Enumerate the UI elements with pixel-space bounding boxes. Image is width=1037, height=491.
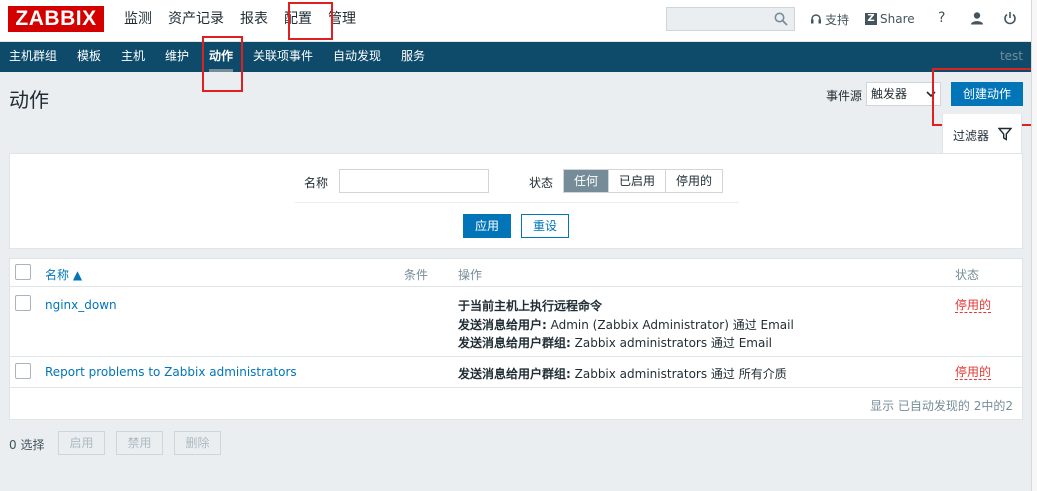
select-all-checkbox[interactable] — [15, 264, 31, 280]
operation-bold: 于当前主机上执行远程命令 — [458, 299, 603, 313]
operation-bold: 发送消息给用户群组: — [458, 336, 571, 350]
header-operations: 操作 — [458, 268, 483, 282]
share-z-icon: Z — [865, 13, 878, 25]
row-divider — [10, 356, 1022, 357]
submenu-services[interactable]: 服务 — [401, 42, 425, 72]
operation-text: Zabbix administrators 通过 所有介质 — [570, 367, 787, 381]
filter-status-label: 状态 — [529, 176, 554, 190]
operation-text: Admin (Zabbix Administrator) 通过 Email — [546, 318, 794, 332]
top-bar: ZABBIX 监测 资产记录 报表 配置 管理 支持 Z Share ? — [0, 0, 1037, 42]
submenu-hosts[interactable]: 主机 — [121, 42, 145, 72]
row-checkbox[interactable] — [15, 295, 31, 311]
menu-monitoring[interactable]: 监测 — [116, 0, 160, 42]
submenu-host-groups[interactable]: 主机群组 — [9, 42, 57, 72]
header-divider — [10, 286, 1022, 287]
row-divider — [10, 387, 1022, 388]
submenu-maintenance[interactable]: 维护 — [165, 42, 189, 72]
filter-name-label: 名称 — [304, 176, 329, 190]
delete-button[interactable]: 删除 — [174, 431, 221, 455]
menu-inventory[interactable]: 资产记录 — [160, 0, 232, 42]
filter-name-input[interactable] — [339, 169, 489, 193]
header-status: 状态 — [955, 268, 980, 282]
user-icon[interactable] — [970, 11, 984, 25]
operation-line: 于当前主机上执行远程命令 — [458, 297, 602, 314]
event-source-label: 事件源 — [826, 89, 863, 103]
menu-administration[interactable]: 管理 — [320, 0, 364, 42]
reset-button[interactable]: 重设 — [521, 214, 569, 238]
search-icon[interactable] — [774, 12, 788, 26]
page-title: 动作 — [9, 88, 49, 112]
operation-line: 发送消息给用户: Admin (Zabbix Administrator) 通过… — [458, 316, 794, 333]
status-option-disabled[interactable]: 停用的 — [666, 170, 723, 192]
submenu-event-correlation[interactable]: 关联项事件 — [253, 42, 313, 72]
row-checkbox[interactable] — [15, 363, 31, 379]
action-name-link[interactable]: nginx_down — [45, 298, 117, 312]
table-footer-count: 显示 已自动发现的 2中的2 — [870, 399, 1013, 413]
chevron-down-icon — [926, 91, 936, 98]
window-edge — [1031, 0, 1037, 491]
search-box[interactable] — [666, 7, 795, 31]
header-conditions: 条件 — [404, 268, 429, 282]
status-option-any[interactable]: 任何 — [564, 170, 610, 192]
search-input[interactable] — [667, 8, 767, 30]
main-menu: 监测 资产记录 报表 配置 管理 — [116, 0, 364, 42]
submenu-discovery[interactable]: 自动发现 — [333, 42, 381, 72]
share-label: Share — [880, 12, 915, 26]
menu-configuration[interactable]: 配置 — [276, 0, 320, 42]
share-link[interactable]: Z Share — [865, 12, 915, 26]
disable-button[interactable]: 禁用 — [116, 431, 163, 455]
enable-button[interactable]: 启用 — [58, 431, 105, 455]
power-icon[interactable] — [1003, 11, 1017, 25]
operation-bold: 发送消息给用户: — [458, 318, 547, 332]
event-source-select[interactable]: 触发器 — [866, 82, 941, 106]
menu-reports[interactable]: 报表 — [232, 0, 276, 42]
filter-panel — [9, 153, 1023, 249]
filter-tab-label: 过滤器 — [953, 129, 990, 143]
top-links: 支持 Z Share — [810, 0, 931, 38]
help-icon[interactable]: ? — [938, 10, 945, 26]
header-name[interactable]: 名称 ▲ — [45, 266, 82, 283]
filter-tab[interactable]: 过滤器 — [942, 114, 1022, 154]
sub-menu-bar: 主机群组 模板 主机 维护 动作 关联项事件 自动发现 服务 test — [0, 42, 1037, 72]
operation-line: 发送消息给用户群组: Zabbix administrators 通过 所有介质 — [458, 365, 787, 382]
operation-bold: 发送消息给用户群组: — [458, 367, 571, 381]
support-link[interactable]: 支持 — [810, 11, 849, 28]
submenu-templates[interactable]: 模板 — [77, 42, 101, 72]
status-toggle-link[interactable]: 停用的 — [955, 298, 992, 313]
create-action-button[interactable]: 创建动作 — [951, 82, 1023, 106]
submenu-actions[interactable]: 动作 — [209, 42, 234, 72]
current-user: test — [999, 49, 1023, 63]
filter-divider — [295, 202, 739, 203]
action-name-link[interactable]: Report problems to Zabbix administrators — [45, 365, 297, 379]
filter-icon — [998, 127, 1012, 141]
zabbix-logo[interactable]: ZABBIX — [8, 6, 104, 32]
event-source-value: 触发器 — [871, 87, 908, 101]
filter-status-toggle: 任何 已启用 停用的 — [563, 169, 724, 193]
apply-button[interactable]: 应用 — [463, 214, 511, 238]
selected-count: 0 选择 — [9, 438, 45, 452]
support-label: 支持 — [825, 12, 850, 27]
status-toggle-link[interactable]: 停用的 — [955, 365, 992, 380]
operation-line: 发送消息给用户群组: Zabbix administrators 通过 Emai… — [458, 334, 772, 351]
headset-icon — [811, 14, 821, 24]
status-option-enabled[interactable]: 已启用 — [609, 170, 667, 192]
operation-text: Zabbix administrators 通过 Email — [570, 336, 773, 350]
